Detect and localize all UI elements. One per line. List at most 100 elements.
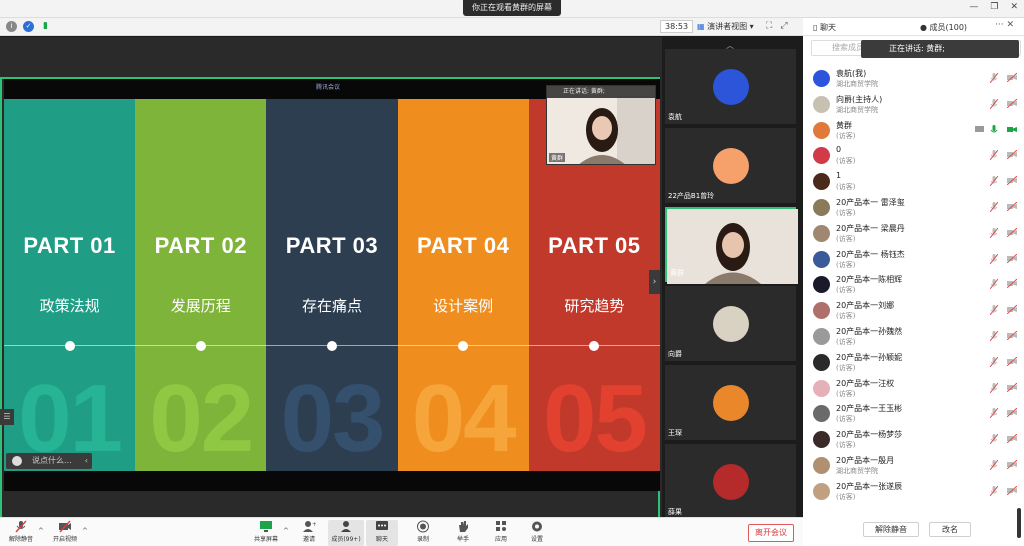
mic-muted-icon[interactable] (990, 176, 998, 187)
unmute-button[interactable]: 解除静音 (2, 520, 40, 546)
minimize-icon[interactable]: — (969, 2, 978, 12)
member-row[interactable]: 20产品本一张遂辰 (访客) (803, 479, 1024, 505)
mic-muted-icon[interactable] (990, 201, 998, 212)
start-video-button[interactable]: 开启视频 (46, 520, 84, 546)
member-row[interactable]: 20产品本一孙颖妮 (访客) (803, 350, 1024, 376)
shield-icon[interactable]: ✓ (23, 21, 34, 32)
member-row[interactable]: 向爵(主持人) 湖北商贸学院 (803, 92, 1024, 118)
mic-muted-icon[interactable] (990, 305, 998, 316)
collapse-video-strip-icon[interactable]: › (649, 270, 660, 294)
apps-button[interactable]: 应用 (482, 520, 520, 546)
record-label: 录制 (416, 536, 429, 543)
camera-off-icon[interactable] (1007, 330, 1017, 340)
member-row[interactable]: 0 (访客) (803, 143, 1024, 169)
chat-button[interactable]: 聊天 (366, 520, 398, 546)
mic-muted-icon[interactable] (990, 356, 998, 367)
mic-muted-icon[interactable] (990, 382, 998, 393)
chat-input-float[interactable]: 说点什么... ‹ (6, 453, 92, 469)
leave-meeting-button[interactable]: 离开会议 (748, 524, 794, 542)
mic-muted-icon[interactable] (990, 485, 998, 496)
member-row[interactable]: 20产品本一汪权 (访客) (803, 376, 1024, 402)
video-tile[interactable]: 黄群 (665, 207, 798, 284)
camera-off-icon[interactable] (1007, 408, 1017, 418)
tab-members[interactable]: ● 成员(100) (920, 22, 967, 33)
member-row[interactable]: 1 (访客) (803, 169, 1024, 195)
emoji-icon[interactable] (12, 456, 22, 466)
unmute-all-button[interactable]: 解除静音 (863, 522, 919, 537)
mic-muted-icon[interactable] (990, 98, 998, 109)
record-button[interactable]: 录制 (404, 520, 442, 546)
member-row[interactable]: 20产品本一孙魏然 (访客) (803, 324, 1024, 350)
mic-muted-icon[interactable] (990, 279, 998, 290)
members-scrollbar[interactable] (1017, 508, 1021, 538)
chevron-up-icon[interactable]: ^ (283, 527, 289, 535)
member-row[interactable]: 20产品本一殷月 湖北商贸学院 (803, 453, 1024, 479)
close-icon[interactable]: ✕ (1010, 2, 1018, 12)
camera-off-icon[interactable] (1007, 356, 1017, 366)
video-tile[interactable]: 王琛 (665, 365, 796, 440)
mic-muted-icon[interactable] (990, 73, 998, 83)
video-tile[interactable]: 22产品B1曾玲 (665, 128, 796, 203)
settings-button[interactable]: 设置 (518, 520, 556, 546)
chevron-up-icon[interactable]: ^ (38, 527, 44, 535)
members-button[interactable]: 成员(99+) (328, 520, 364, 546)
info-icon[interactable]: i (6, 21, 17, 32)
mic-muted-icon[interactable] (990, 227, 998, 238)
share-screen-button[interactable]: 共享屏幕 (247, 520, 285, 546)
member-row[interactable]: 袁航(我) 湖北商贸学院 (803, 66, 1024, 92)
invite-button[interactable]: + 邀请 (290, 520, 328, 546)
member-row[interactable]: 20产品本一 杨钰杰 (访客) (803, 247, 1024, 273)
camera-off-icon[interactable] (1007, 485, 1017, 495)
signal-icon[interactable]: ▮ (40, 21, 51, 32)
member-row[interactable]: 20产品本一 雷泽玺 (访客) (803, 195, 1024, 221)
mic-on-icon[interactable] (990, 124, 998, 135)
restore-icon[interactable]: ❐ (990, 2, 998, 12)
member-row[interactable]: 20产品本一陈相辉 (访客) (803, 272, 1024, 298)
camera-off-icon[interactable] (1007, 279, 1017, 289)
camera-off-icon[interactable] (1007, 459, 1017, 469)
avatar (813, 250, 830, 268)
mic-muted-icon[interactable] (990, 253, 998, 264)
camera-on-icon[interactable] (1007, 125, 1017, 134)
member-row[interactable]: 20产品本一刘娜 (访客) (803, 298, 1024, 324)
fullscreen-icon[interactable]: ⤢ (780, 21, 787, 31)
mic-muted-icon[interactable] (990, 330, 998, 341)
speaker-pip[interactable]: 正在讲话: 黄群; 黄群 (546, 85, 656, 165)
camera-off-icon[interactable] (1007, 305, 1017, 315)
camera-off-icon[interactable] (1007, 176, 1017, 186)
rename-button[interactable]: 改名 (929, 522, 971, 537)
chevron-left-icon[interactable]: ‹ (85, 453, 88, 469)
video-tile[interactable]: 袁航 (665, 49, 796, 124)
camera-off-icon[interactable] (1007, 434, 1017, 444)
camera-off-icon[interactable] (1007, 253, 1017, 263)
member-name: 20产品本一孙颖妮 (836, 352, 903, 362)
camera-off-icon[interactable] (1007, 150, 1017, 160)
video-tile-name: 向爵 (668, 350, 682, 358)
tab-chat[interactable]: ▯ 聊天 (813, 22, 836, 33)
camera-off-icon[interactable] (1007, 98, 1017, 108)
avatar (712, 384, 749, 421)
camera-off-icon[interactable] (1007, 201, 1017, 211)
video-tile[interactable]: 向爵 (665, 286, 796, 361)
mic-muted-icon[interactable] (990, 408, 998, 419)
mic-muted-icon[interactable] (990, 459, 998, 470)
camera-off-icon[interactable] (1007, 73, 1017, 82)
sidebar-toggle-icon[interactable]: ☰ (0, 409, 14, 425)
mic-muted-icon[interactable] (990, 434, 998, 445)
more-options-icon[interactable]: ··· ✕ (995, 20, 1014, 30)
video-tile[interactable]: 薛果 (665, 444, 796, 519)
member-row[interactable]: 黄群 (访客) (803, 118, 1024, 144)
column-part-label: PART 03 (285, 233, 379, 258)
screenshot-icon[interactable]: ⛶ (766, 21, 772, 31)
chevron-up-icon[interactable]: ^ (82, 527, 88, 535)
camera-off-icon[interactable] (1007, 382, 1017, 392)
column-part-label: PART 01 (23, 233, 116, 258)
member-row[interactable]: 20产品本一 梁晨丹 (访客) (803, 221, 1024, 247)
mic-muted-icon[interactable] (990, 150, 998, 161)
member-row[interactable]: 20产品本一杨梦莎 (访客) (803, 427, 1024, 453)
camera-off-icon[interactable] (1007, 227, 1017, 237)
member-row[interactable]: 20产品本一王玉彬 (访客) (803, 401, 1024, 427)
speaking-indicator: 正在讲话: 黄群; (861, 40, 1019, 58)
speaker-view-button[interactable]: ▦ 演讲者视图 ▾ (697, 20, 754, 33)
raise-hand-button[interactable]: 举手 (444, 520, 482, 546)
